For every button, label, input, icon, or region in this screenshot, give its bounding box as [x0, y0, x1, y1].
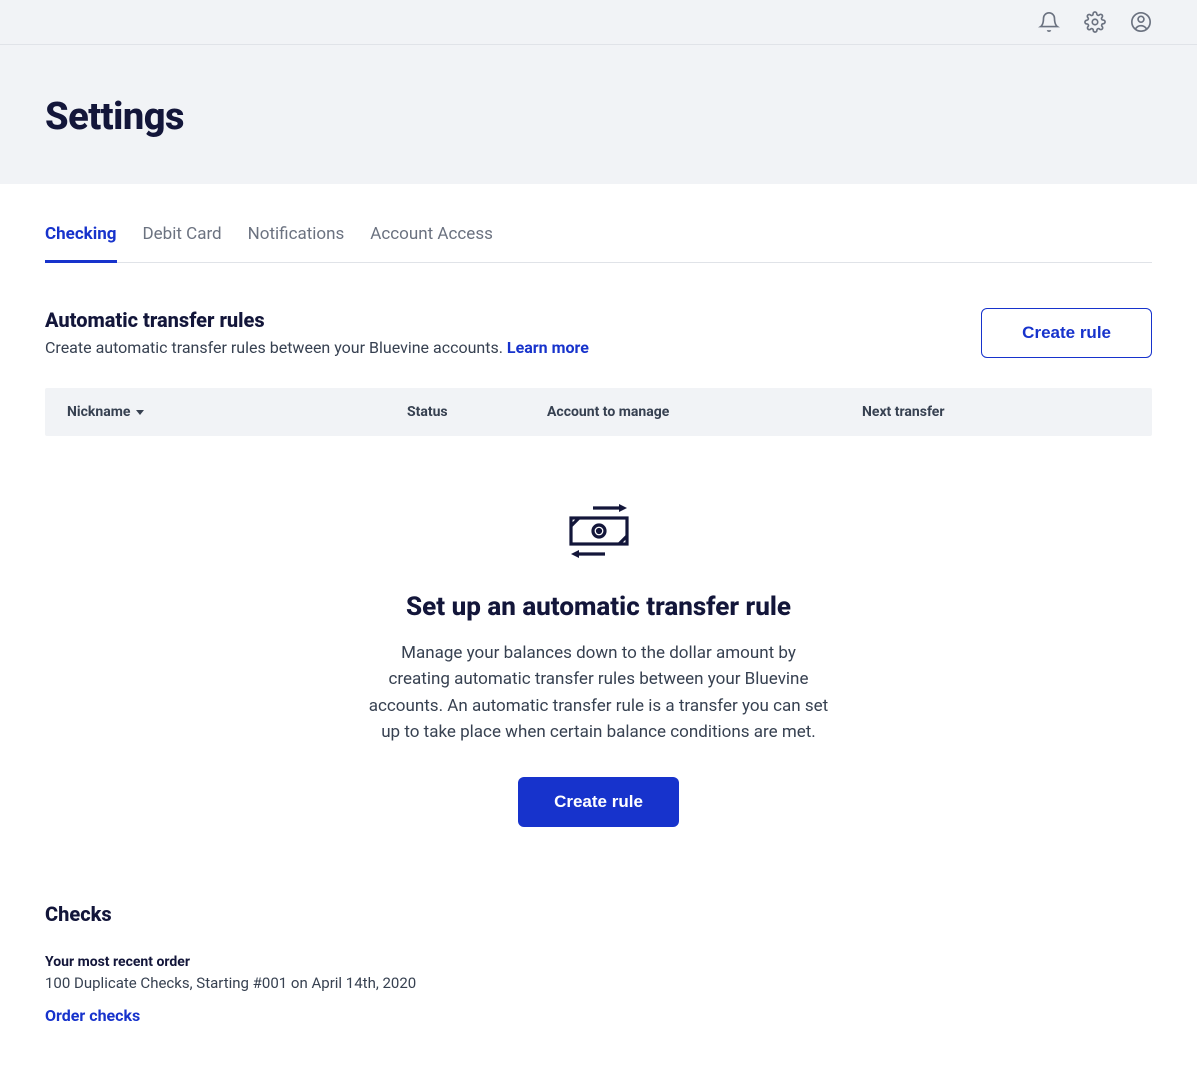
gear-icon[interactable] — [1084, 11, 1106, 33]
column-account[interactable]: Account to manage — [547, 404, 862, 420]
table-header: Nickname Status Account to manage Next t… — [45, 388, 1152, 436]
transfer-description: Create automatic transfer rules between … — [45, 338, 589, 357]
checks-section: Checks Your most recent order 100 Duplic… — [45, 902, 1152, 1025]
tab-checking[interactable]: Checking — [45, 224, 117, 262]
main-content: Checking Debit Card Notifications Accoun… — [0, 184, 1197, 1085]
create-rule-button-outline[interactable]: Create rule — [981, 308, 1152, 358]
tab-account-access[interactable]: Account Access — [370, 224, 493, 262]
bell-icon[interactable] — [1038, 11, 1060, 33]
user-icon[interactable] — [1130, 11, 1152, 33]
page-title: Settings — [45, 95, 1152, 139]
transfer-heading: Automatic transfer rules — [45, 308, 589, 332]
column-status[interactable]: Status — [407, 404, 547, 420]
top-bar — [0, 0, 1197, 45]
tab-notifications[interactable]: Notifications — [248, 224, 345, 262]
recent-order-label: Your most recent order — [45, 954, 1152, 970]
column-nickname[interactable]: Nickname — [67, 404, 407, 420]
empty-state-description: Manage your balances down to the dollar … — [369, 640, 829, 745]
header-section: Settings — [0, 45, 1197, 184]
sort-caret-icon — [136, 410, 144, 415]
recent-order-description: 100 Duplicate Checks, Starting #001 on A… — [45, 974, 1152, 992]
tabs: Checking Debit Card Notifications Accoun… — [45, 184, 1152, 263]
learn-more-link[interactable]: Learn more — [507, 338, 589, 357]
transfer-section-header: Automatic transfer rules Create automati… — [45, 308, 1152, 358]
transfer-icon — [329, 496, 869, 572]
empty-state: Set up an automatic transfer rule Manage… — [329, 436, 869, 867]
create-rule-button-solid[interactable]: Create rule — [518, 777, 679, 827]
column-next-transfer[interactable]: Next transfer — [862, 404, 1130, 420]
tab-debit-card[interactable]: Debit Card — [143, 224, 222, 262]
empty-state-title: Set up an automatic transfer rule — [329, 592, 869, 622]
checks-heading: Checks — [45, 902, 1152, 926]
